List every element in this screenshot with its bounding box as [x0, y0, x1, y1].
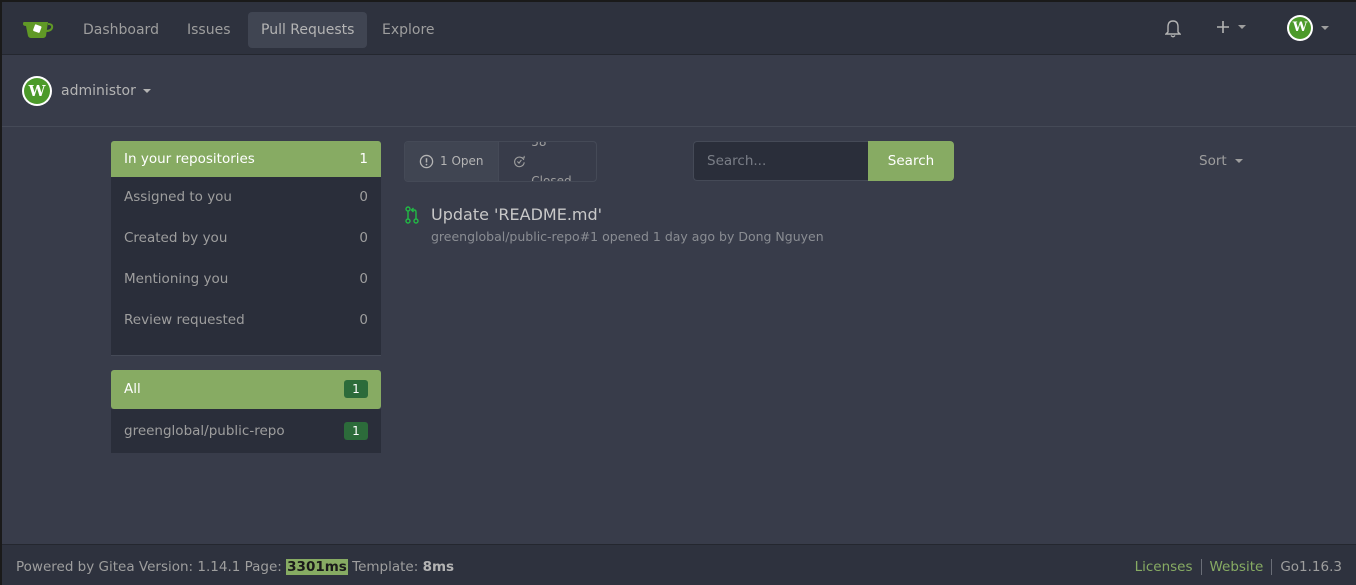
filter-label: Assigned to you: [124, 189, 232, 205]
issue-closed-icon: [513, 155, 525, 168]
closed-count-label: 58 Closed: [531, 141, 572, 182]
footer-links: Licenses Website Go1.16.3: [1127, 559, 1342, 575]
open-count-label: 1 Open: [440, 154, 484, 168]
context-user-switcher[interactable]: administor: [61, 83, 152, 99]
filter-count: 1: [359, 151, 368, 167]
create-new-menu[interactable]: [1216, 20, 1246, 34]
filter-count: 0: [359, 189, 368, 205]
issue-meta-text: opened 1 day ago by: [602, 229, 735, 244]
sort-label: Sort: [1199, 153, 1227, 169]
filter-created-by-you[interactable]: Created by you 0: [111, 218, 381, 259]
filter-count: 0: [359, 230, 368, 246]
filter-count: 0: [359, 312, 368, 328]
filter-label: In your repositories: [124, 151, 255, 167]
footer-version-info: Powered by Gitea Version: 1.14.1 Page: 3…: [16, 559, 455, 575]
page-time: 3301ms: [286, 559, 348, 575]
go-version: Go1.16.3: [1280, 559, 1342, 575]
nav-pull-requests[interactable]: Pull Requests: [248, 12, 368, 48]
search-input[interactable]: [693, 141, 869, 181]
user-menu[interactable]: W: [1287, 15, 1329, 41]
repo-label: greenglobal/public-repo: [124, 423, 285, 439]
footer: Powered by Gitea Version: 1.14.1 Page: 3…: [2, 544, 1356, 585]
repo-count-badge: 1: [344, 380, 368, 398]
filter-mentioning-you[interactable]: Mentioning you 0: [111, 259, 381, 300]
chevron-down-icon: [1238, 25, 1246, 29]
bell-icon[interactable]: [1165, 20, 1181, 38]
sort-dropdown[interactable]: Sort: [1199, 153, 1243, 169]
filter-menu: In your repositories 1 Assigned to you 0…: [111, 141, 381, 453]
nav-explore[interactable]: Explore: [369, 12, 448, 48]
filter-review-requested[interactable]: Review requested 0: [111, 300, 381, 341]
issue-author-link[interactable]: Dong Nguyen: [738, 229, 823, 244]
issue-meta: greenglobal/public-repo#1 opened 1 day a…: [431, 229, 824, 244]
nav-issues[interactable]: Issues: [174, 12, 244, 48]
chevron-down-icon: [1321, 26, 1329, 30]
context-avatar: W: [22, 76, 52, 110]
filter-label: Mentioning you: [124, 271, 229, 287]
search-button[interactable]: Search: [868, 141, 954, 181]
filter-in-your-repositories[interactable]: In your repositories 1: [111, 141, 381, 177]
issue-title-link[interactable]: Update 'README.md': [431, 205, 602, 224]
top-navbar: Dashboard Issues Pull Requests Explore W: [2, 2, 1356, 55]
nav-dashboard[interactable]: Dashboard: [70, 12, 172, 48]
repo-label: All: [124, 381, 141, 397]
repo-filter-public-repo[interactable]: greenglobal/public-repo 1: [111, 409, 381, 453]
repo-count-badge: 1: [344, 422, 368, 440]
gitea-logo-icon[interactable]: [22, 16, 54, 40]
avatar: W: [1287, 15, 1313, 41]
licenses-link[interactable]: Licenses: [1127, 559, 1202, 575]
issue-opened-icon: [419, 154, 434, 169]
state-toggle: 1 Open 58 Closed: [404, 141, 597, 182]
menu-divider: [111, 341, 381, 356]
repo-filter-all[interactable]: All 1: [111, 370, 381, 409]
template-time: 8ms: [422, 559, 455, 575]
open-state-button[interactable]: 1 Open: [405, 142, 498, 181]
pull-request-icon: [405, 206, 419, 224]
filter-label: Created by you: [124, 230, 228, 246]
plus-icon: [1217, 21, 1229, 33]
website-link[interactable]: Website: [1202, 559, 1273, 575]
chevron-down-icon: [143, 89, 152, 93]
chevron-down-icon: [1234, 159, 1243, 163]
filter-assigned-to-you[interactable]: Assigned to you 0: [111, 177, 381, 218]
closed-state-button[interactable]: 58 Closed: [497, 141, 597, 182]
filter-label: Review requested: [124, 312, 245, 328]
context-user-label: administor: [61, 83, 136, 99]
context-bar: W administor: [2, 55, 1356, 127]
filter-count: 0: [359, 271, 368, 287]
issue-ref-link[interactable]: greenglobal/public-repo#1: [431, 229, 598, 244]
